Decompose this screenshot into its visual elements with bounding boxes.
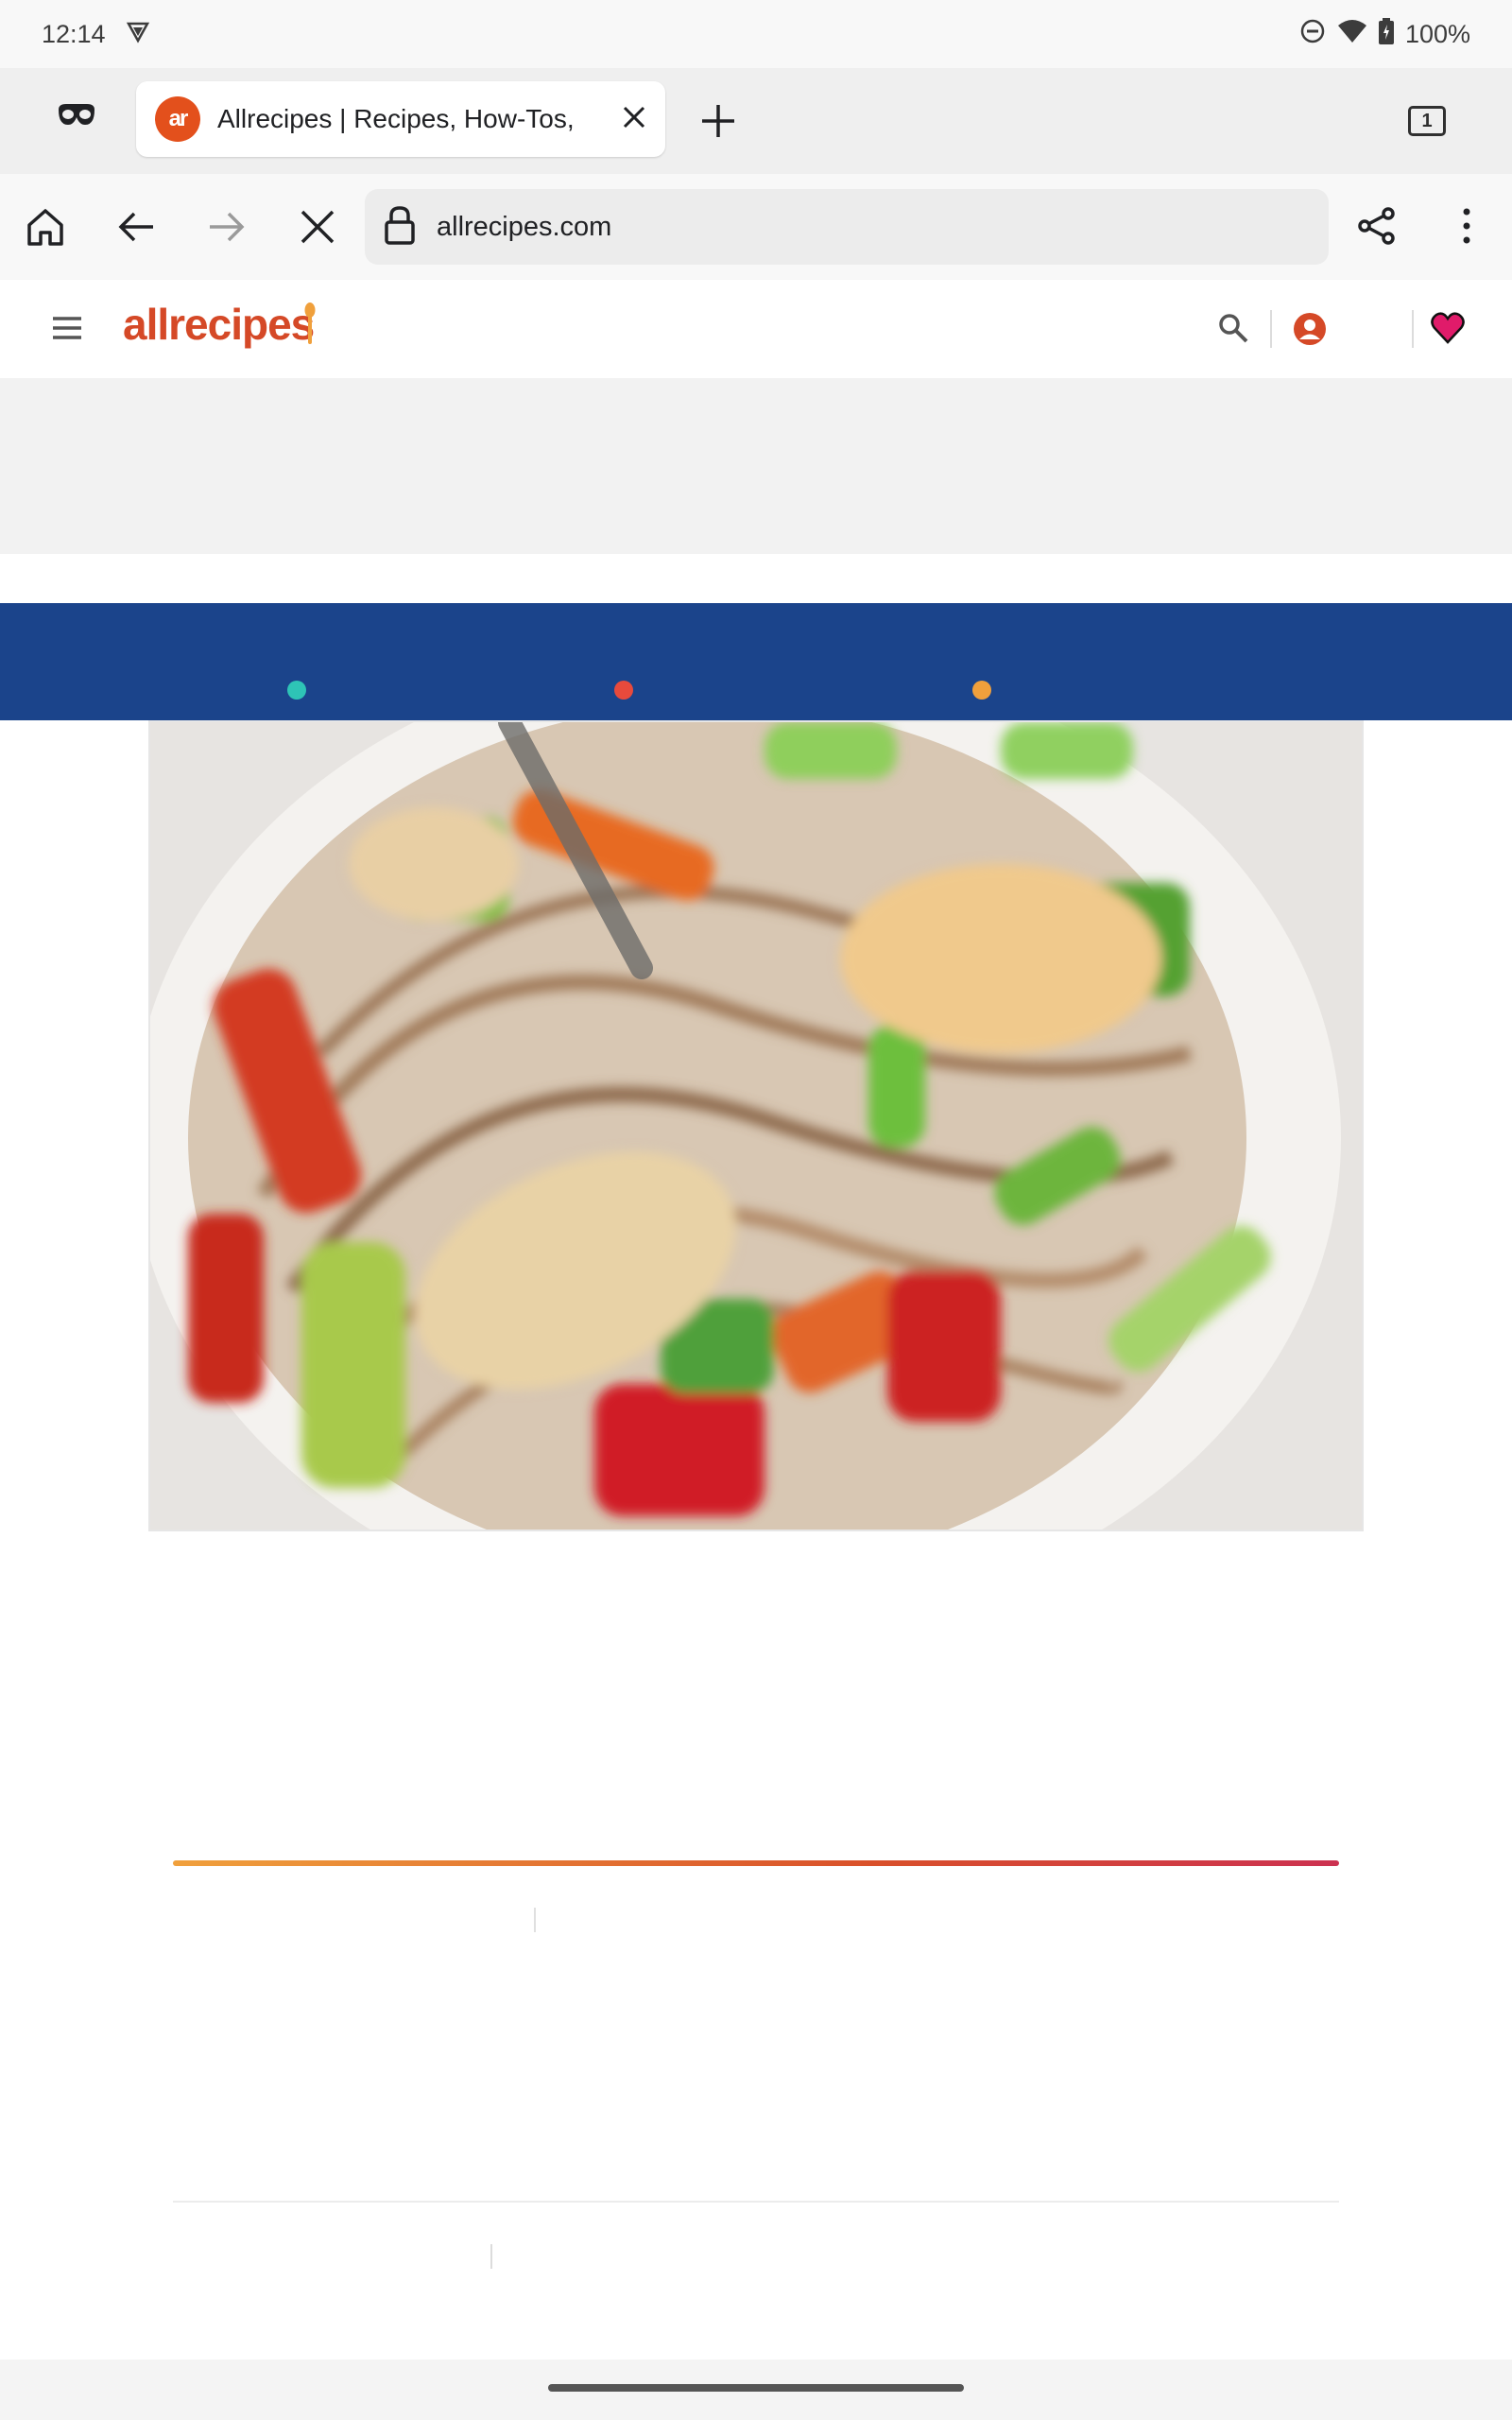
account-icon[interactable] bbox=[1293, 312, 1327, 351]
lock-icon[interactable] bbox=[384, 205, 416, 250]
url-bar[interactable]: allrecipes.com bbox=[365, 189, 1329, 265]
carousel-dot-teal[interactable] bbox=[287, 681, 306, 700]
divider-tick bbox=[534, 1908, 536, 1932]
status-time: 12:14 bbox=[42, 19, 106, 48]
tab-strip: ar Allrecipes | Recipes, How-Tos, 1 bbox=[0, 68, 1512, 174]
divider-tick-2 bbox=[490, 2244, 492, 2269]
section-divider bbox=[173, 2201, 1339, 2203]
section-divider-gradient bbox=[173, 1860, 1339, 1866]
heart-icon[interactable] bbox=[1431, 312, 1465, 349]
close-icon[interactable] bbox=[622, 105, 646, 134]
browser-toolbar: allrecipes.com bbox=[0, 174, 1512, 280]
site-header: allrecipes bbox=[0, 280, 1512, 378]
plus-icon[interactable] bbox=[699, 102, 737, 145]
header-divider bbox=[1270, 310, 1272, 348]
home-indicator[interactable] bbox=[548, 2384, 964, 2392]
url-text[interactable]: allrecipes.com bbox=[437, 212, 611, 243]
favicon: ar bbox=[155, 96, 200, 142]
ad-placeholder bbox=[0, 378, 1512, 554]
system-nav-bar bbox=[0, 2360, 1512, 2420]
incognito-icon[interactable] bbox=[57, 102, 96, 131]
status-bar: 12:14 100% bbox=[0, 0, 1512, 68]
battery-icon bbox=[1378, 17, 1394, 51]
stop-icon[interactable] bbox=[297, 206, 338, 252]
back-icon[interactable] bbox=[115, 206, 157, 252]
tab-title: Allrecipes | Recipes, How-Tos, bbox=[217, 104, 575, 133]
promo-band bbox=[0, 603, 1512, 720]
header-divider-2 bbox=[1412, 310, 1414, 348]
more-icon[interactable] bbox=[1455, 206, 1478, 251]
share-icon[interactable] bbox=[1357, 206, 1397, 251]
site-logo[interactable]: allrecipes bbox=[123, 299, 315, 350]
tab-switcher-button[interactable]: 1 bbox=[1408, 106, 1446, 136]
battery-level: 100% bbox=[1404, 19, 1470, 48]
dnd-icon bbox=[1299, 18, 1326, 51]
carousel-dot-orange[interactable] bbox=[972, 681, 991, 700]
tab-active[interactable]: ar Allrecipes | Recipes, How-Tos, bbox=[136, 81, 665, 157]
hero-image[interactable] bbox=[148, 720, 1364, 1531]
signal-icon bbox=[125, 18, 151, 51]
search-icon[interactable] bbox=[1217, 312, 1249, 349]
menu-icon[interactable] bbox=[51, 314, 83, 347]
wifi-icon bbox=[1337, 18, 1367, 51]
logo-spoon-icon bbox=[304, 302, 316, 346]
forward-icon[interactable] bbox=[206, 206, 248, 252]
carousel-dot-red[interactable] bbox=[614, 681, 633, 700]
home-icon[interactable] bbox=[25, 206, 66, 252]
